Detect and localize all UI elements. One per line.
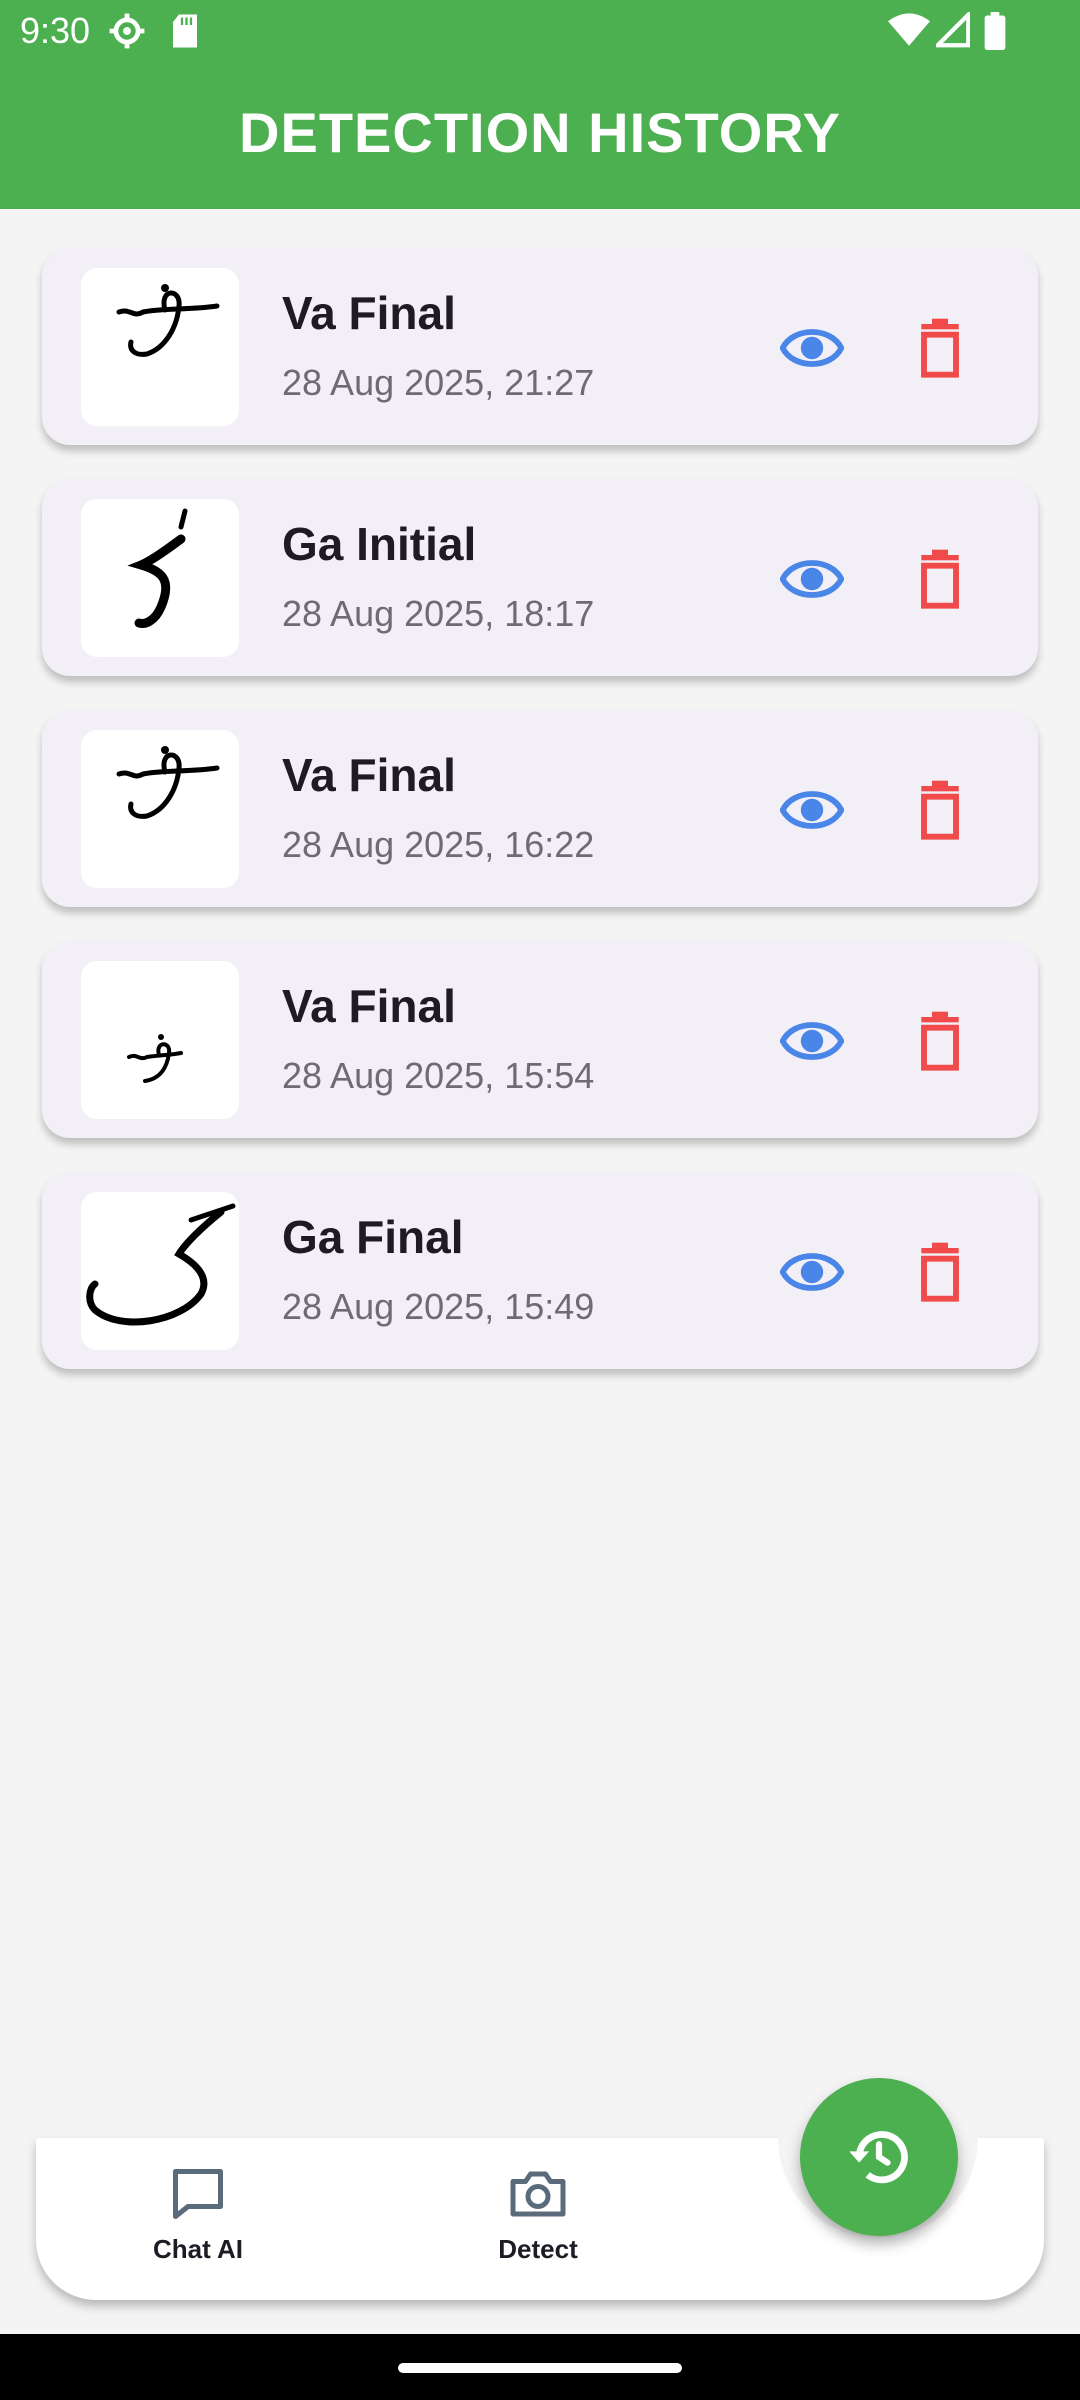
detection-date: 28 Aug 2025, 15:54 bbox=[282, 1055, 595, 1096]
status-time: 9:30 bbox=[20, 10, 91, 51]
detection-date: 28 Aug 2025, 16:22 bbox=[282, 824, 595, 865]
detection-thumbnail bbox=[81, 499, 239, 657]
trash-icon[interactable] bbox=[908, 547, 972, 611]
history-card[interactable]: Ga Initial 28 Aug 2025, 18:17 bbox=[42, 479, 1038, 676]
detection-date: 28 Aug 2025, 18:17 bbox=[282, 593, 595, 634]
history-fab-button[interactable] bbox=[800, 2078, 958, 2236]
sd-card-icon bbox=[173, 14, 197, 48]
detection-title: Va Final bbox=[282, 749, 456, 801]
settings-status-icon bbox=[109, 13, 145, 49]
history-card[interactable]: Va Final 28 Aug 2025, 16:22 bbox=[42, 710, 1038, 907]
trash-icon[interactable] bbox=[908, 1009, 972, 1073]
page-title: DETECTION HISTORY bbox=[239, 101, 841, 164]
history-card[interactable]: Va Final 28 Aug 2025, 21:27 bbox=[42, 248, 1038, 445]
eye-icon[interactable] bbox=[780, 316, 844, 380]
history-card[interactable]: Va Final 28 Aug 2025, 15:54 bbox=[42, 941, 1038, 1138]
eye-icon[interactable] bbox=[780, 1240, 844, 1304]
chat-icon bbox=[173, 2169, 223, 2219]
trash-icon[interactable] bbox=[908, 1240, 972, 1304]
detection-thumbnail bbox=[81, 730, 239, 888]
detection-title: Va Final bbox=[282, 287, 456, 339]
eye-icon[interactable] bbox=[780, 547, 844, 611]
eye-icon[interactable] bbox=[780, 778, 844, 842]
camera-icon bbox=[510, 2171, 566, 2217]
trash-icon[interactable] bbox=[908, 316, 972, 380]
detection-thumbnail bbox=[81, 961, 239, 1119]
history-card[interactable]: Ga Final 28 Aug 2025, 15:49 bbox=[42, 1172, 1038, 1369]
history-icon bbox=[849, 2131, 908, 2184]
detection-title: Ga Final bbox=[282, 1211, 464, 1263]
nav-item-chat-ai[interactable]: Chat AI bbox=[98, 2164, 298, 2265]
app-header: 9:30 DETECTION HISTORY bbox=[0, 0, 1080, 209]
eye-icon[interactable] bbox=[780, 1009, 844, 1073]
trash-icon[interactable] bbox=[908, 778, 972, 842]
status-bar: 9:30 bbox=[0, 0, 1080, 64]
detection-date: 28 Aug 2025, 15:49 bbox=[282, 1286, 595, 1327]
battery-icon bbox=[984, 12, 1006, 50]
detection-date: 28 Aug 2025, 21:27 bbox=[282, 362, 595, 403]
detection-title: Va Final bbox=[282, 980, 456, 1032]
nav-label-chat: Chat AI bbox=[152, 2234, 244, 2264]
signal-icon bbox=[936, 12, 970, 48]
nav-item-detect[interactable]: Detect bbox=[438, 2164, 638, 2265]
nav-label-detect: Detect bbox=[498, 2234, 578, 2264]
history-list: Va Final 28 Aug 2025, 21:27 Ga Initial 2… bbox=[42, 248, 1038, 1403]
detection-title: Ga Initial bbox=[282, 518, 477, 570]
detection-thumbnail bbox=[81, 1192, 239, 1350]
detection-thumbnail bbox=[81, 268, 239, 426]
home-gesture-handle[interactable] bbox=[398, 2363, 682, 2373]
wifi-icon bbox=[888, 13, 930, 46]
